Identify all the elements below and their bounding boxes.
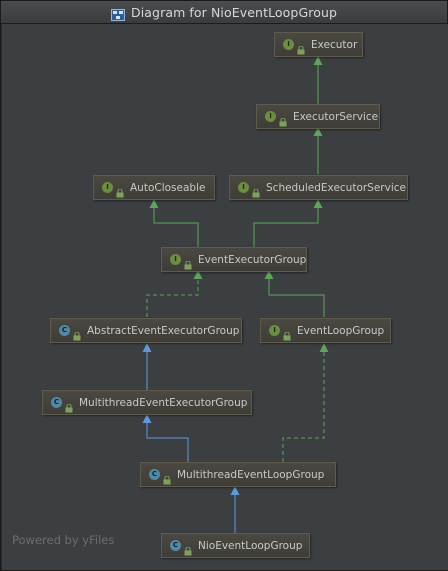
interface-icon: I	[269, 325, 280, 336]
diagram-canvas[interactable]	[2, 24, 448, 570]
abstract-class-icon: C	[59, 325, 70, 336]
node-executor[interactable]: I Executor	[274, 32, 363, 57]
node-multithread-event-loop-group[interactable]: C MultithreadEventLoopGroup	[140, 462, 336, 487]
node-nio-event-loop-group[interactable]: C NioEventLoopGroup	[161, 533, 310, 558]
lock-icon	[279, 112, 287, 127]
interface-icon: I	[102, 182, 113, 193]
node-label: EventLoopGroup	[297, 324, 385, 337]
window-title: Diagram for NioEventLoopGroup	[130, 4, 337, 20]
lock-icon	[283, 326, 291, 341]
abstract-class-icon: C	[149, 469, 160, 480]
yfiles-watermark: Powered by yFiles	[12, 533, 115, 547]
window-titlebar[interactable]: Diagram for NioEventLoopGroup	[1, 1, 447, 24]
node-multithread-event-executor-group[interactable]: C MultithreadEventExecutorGroup	[42, 390, 252, 415]
lock-icon	[163, 470, 171, 485]
abstract-class-icon: C	[51, 397, 62, 408]
lock-icon	[184, 255, 192, 270]
node-label: Executor	[311, 38, 358, 51]
interface-icon: I	[238, 182, 249, 193]
node-label: MultithreadEventExecutorGroup	[79, 396, 248, 409]
lock-icon	[116, 183, 124, 198]
node-label: EventExecutorGroup	[198, 253, 307, 266]
node-abstract-event-executor-group[interactable]: C AbstractEventExecutorGroup	[50, 318, 242, 343]
node-label: NioEventLoopGroup	[198, 539, 303, 552]
lock-icon	[73, 326, 81, 341]
interface-icon: I	[283, 39, 294, 50]
class-icon: C	[170, 540, 181, 551]
node-label: ScheduledExecutorService	[266, 181, 406, 194]
lock-icon	[252, 183, 260, 198]
diagram-window: Diagram for NioEventLoopGroup I Executor…	[0, 0, 448, 570]
diagram-icon	[110, 6, 125, 21]
node-scheduled-executor-service[interactable]: I ScheduledExecutorService	[229, 175, 408, 200]
lock-icon	[65, 398, 73, 413]
node-auto-closeable[interactable]: I AutoCloseable	[93, 175, 215, 200]
node-event-loop-group[interactable]: I EventLoopGroup	[260, 318, 391, 343]
lock-icon	[184, 541, 192, 556]
interface-icon: I	[265, 111, 276, 122]
node-executor-service[interactable]: I ExecutorService	[256, 104, 380, 129]
interface-icon: I	[170, 254, 181, 265]
lock-icon	[297, 40, 305, 55]
node-label: AbstractEventExecutorGroup	[87, 324, 240, 337]
node-label: MultithreadEventLoopGroup	[177, 468, 325, 481]
node-label: AutoCloseable	[130, 181, 206, 194]
node-event-executor-group[interactable]: I EventExecutorGroup	[161, 247, 307, 272]
node-label: ExecutorService	[293, 110, 379, 123]
